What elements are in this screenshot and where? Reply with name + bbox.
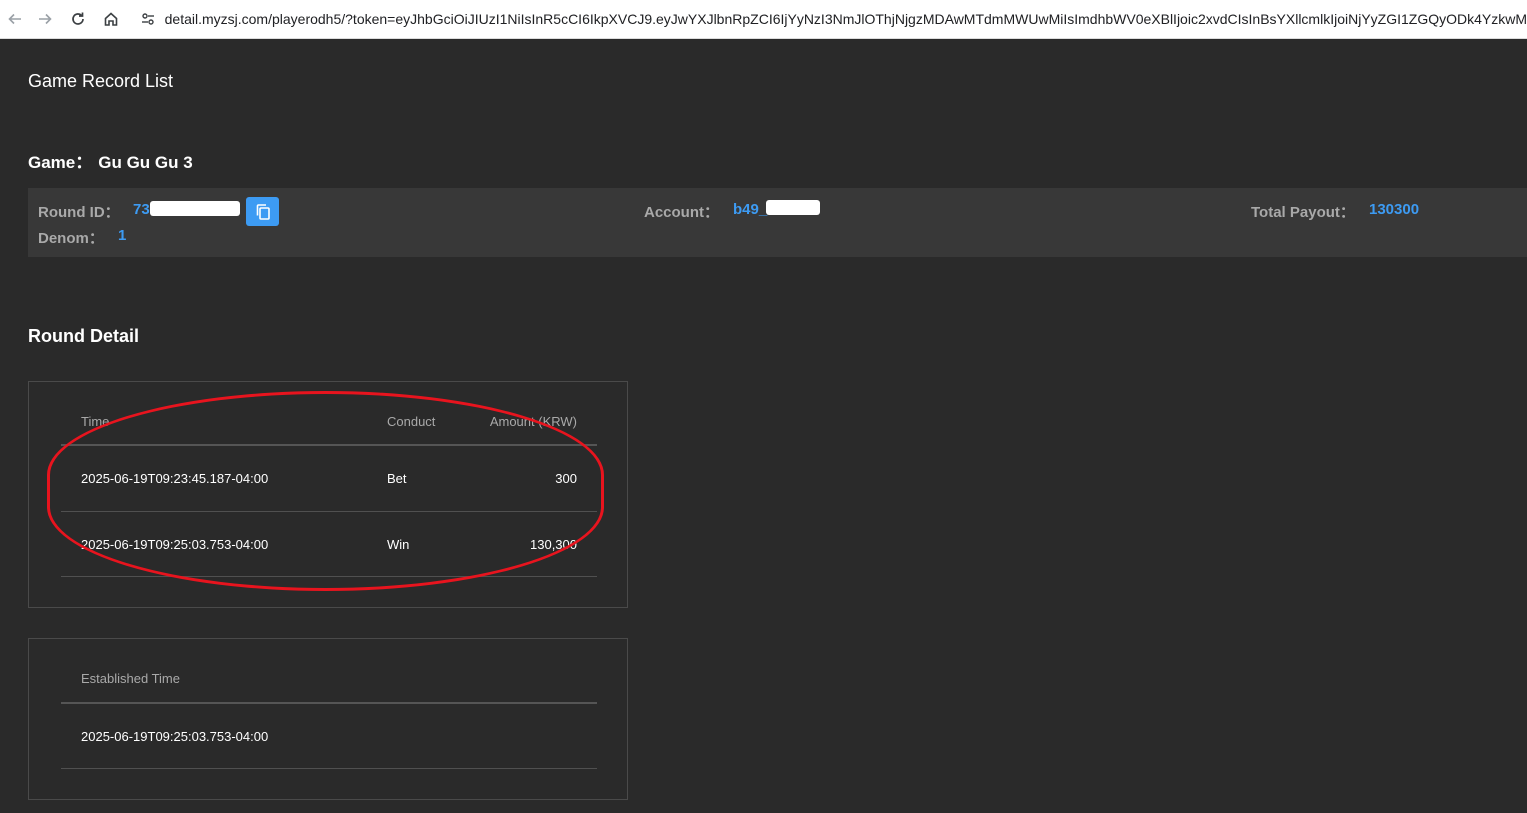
site-info-icon[interactable] [135,5,160,33]
row-conduct: Bet [387,471,407,486]
round-id-value: 73 [133,201,150,218]
row-divider [61,576,597,577]
total-payout-value: 130300 [1369,201,1420,218]
reload-icon[interactable] [62,4,95,34]
redaction-mark [150,201,240,216]
denom-value: 1 [118,227,127,244]
column-header-established-time: Established Time [81,671,180,686]
round-detail-card: Time Conduct Amount (KRW) 2025-06-19T09:… [28,381,628,608]
round-detail-title: Round Detail [28,326,139,346]
column-header-time: Time [81,414,110,429]
address-bar-url[interactable]: detail.myzsj.com/playerodh5/?token=eyJhb… [165,11,1527,27]
copy-icon [256,203,270,220]
account-value: b49_ [733,201,768,218]
round-id-label: Round ID： [38,204,120,221]
home-icon[interactable] [94,4,127,34]
column-header-amount: Amount (KRW) [489,414,577,429]
row-amount: 130,300 [530,537,577,552]
column-header-conduct: Conduct [387,414,436,429]
row-amount: 300 [555,471,577,486]
row-time: 2025-06-19T09:25:03.753-04:00 [81,537,269,552]
forward-arrow-icon[interactable] [29,4,62,34]
row-conduct: Win [387,537,410,552]
total-payout-label: Total Payout： [1251,204,1355,221]
copy-round-id-button[interactable] [246,197,279,226]
established-time-card: Established Time 2025-06-19T09:25:03.753… [28,638,628,800]
row-divider [61,511,597,512]
back-arrow-icon[interactable] [0,4,29,34]
established-time-value: 2025-06-19T09:25:03.753-04:00 [81,729,269,744]
header-divider [61,702,597,704]
row-time: 2025-06-19T09:23:45.187-04:00 [81,471,269,486]
game-name: Gu Gu Gu 3 [98,153,193,172]
header-divider [61,444,597,446]
row-divider [61,768,597,769]
browser-toolbar: detail.myzsj.com/playerodh5/?token=eyJhb… [0,0,1527,39]
game-label: Game： [28,153,93,172]
game-name-line: Game： Gu Gu Gu 3 [28,148,193,173]
page-title: Game Record List [28,71,174,91]
redaction-mark [766,200,820,215]
denom-label: Denom： [38,230,104,247]
account-label: Account： [644,204,720,221]
